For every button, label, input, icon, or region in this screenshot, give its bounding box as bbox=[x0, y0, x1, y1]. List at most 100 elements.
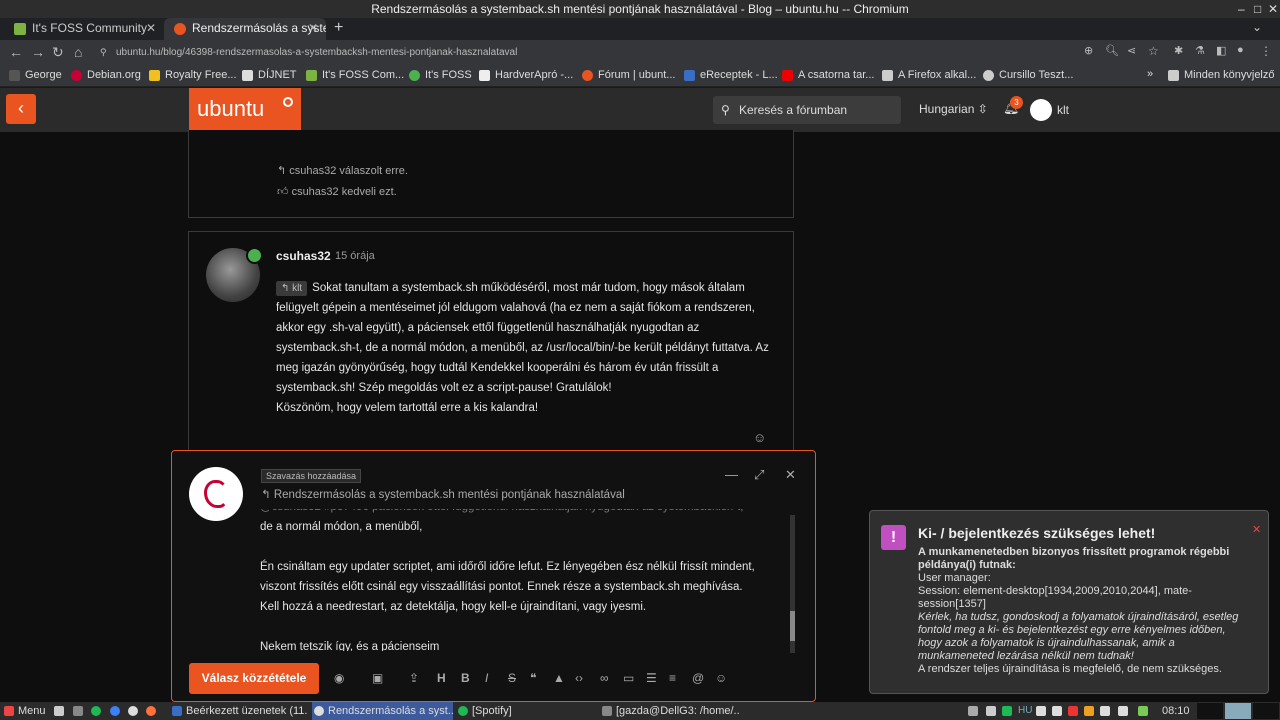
numbered-list-icon[interactable]: ≡ bbox=[669, 671, 676, 685]
bookmark-youtube[interactable]: A csatorna tar... bbox=[782, 69, 874, 81]
workspace-3[interactable] bbox=[1253, 703, 1279, 719]
bookmark-star-icon[interactable]: ☆ bbox=[1148, 44, 1159, 58]
display-tray-icon[interactable] bbox=[1036, 706, 1046, 716]
site-info-icon[interactable]: ⚲ bbox=[100, 43, 107, 62]
bookmark-hardverapro[interactable]: HardverApró -... bbox=[479, 69, 573, 81]
close-notification-icon[interactable]: ✕ bbox=[1252, 523, 1261, 536]
bookmark-itsfoss-community[interactable]: It's FOSS Com... bbox=[306, 69, 404, 81]
italic-icon[interactable]: I bbox=[485, 671, 488, 685]
bookmark-itsfoss[interactable]: It's FOSS bbox=[409, 69, 472, 81]
sidepanel-icon[interactable]: ◧ bbox=[1216, 44, 1226, 57]
workspace-1[interactable] bbox=[1197, 703, 1223, 719]
extensions-icon[interactable]: ✱ bbox=[1174, 44, 1183, 57]
strikethrough-icon[interactable]: S bbox=[508, 671, 516, 685]
profile-icon[interactable]: ● bbox=[1237, 44, 1244, 56]
taskbar-item-mail[interactable]: Beérkezett üzenetek (11... bbox=[170, 702, 308, 720]
back-button[interactable]: ‹ bbox=[6, 94, 36, 124]
taskbar-item-spotify[interactable]: [Spotify] bbox=[456, 702, 596, 720]
add-reaction-icon[interactable]: ☺ bbox=[753, 430, 766, 445]
minimize-icon[interactable]: – bbox=[1238, 0, 1245, 18]
tab-ubuntu-blog[interactable]: Rendszermásolás a syste ✕ bbox=[164, 18, 326, 40]
menu-dots-icon[interactable]: ⋮ bbox=[1260, 44, 1272, 58]
firefox-launcher-icon[interactable] bbox=[146, 706, 156, 716]
heading-icon[interactable]: H bbox=[437, 671, 446, 685]
like-meta[interactable]: 👍︎ csuhas32 kedveli ezt. bbox=[277, 185, 397, 198]
bookmark-ereceptek[interactable]: eReceptek - L... bbox=[684, 69, 778, 81]
language-select[interactable]: Hungarian ⇳ bbox=[919, 102, 988, 116]
shield-tray-icon[interactable] bbox=[1118, 706, 1128, 716]
warning-icon[interactable]: ▲ bbox=[553, 671, 565, 685]
tab-list-chevron-icon[interactable]: ⌄ bbox=[1252, 20, 1262, 34]
bullet-list-icon[interactable]: ☰ bbox=[646, 671, 657, 685]
reply-meta[interactable]: ↰ csuhas32 válaszolt erre. bbox=[277, 164, 408, 177]
zoom-icon[interactable]: 🔍︎ bbox=[1105, 44, 1119, 57]
forum-search-input[interactable]: ⚲ Keresés a fórumban bbox=[713, 96, 901, 124]
gallery-icon[interactable]: ▣ bbox=[372, 671, 383, 685]
keyboard-layout[interactable]: HU bbox=[1018, 705, 1032, 716]
files-launcher-icon[interactable] bbox=[54, 706, 64, 716]
bold-icon[interactable]: B bbox=[461, 671, 470, 685]
username[interactable]: klt bbox=[1057, 103, 1069, 117]
forward-arrow-icon[interactable]: → bbox=[31, 44, 45, 60]
clock[interactable]: 08:10 bbox=[1162, 705, 1190, 717]
reply-to-topic[interactable]: ↰ Rendszermásolás a systemback.sh mentés… bbox=[261, 487, 625, 501]
preview-eye-icon[interactable]: ◉ bbox=[334, 671, 344, 685]
image-icon[interactable]: ▭ bbox=[623, 671, 634, 685]
quote-icon[interactable]: ❝ bbox=[530, 671, 536, 685]
spotify-tray-icon[interactable] bbox=[1002, 706, 1012, 716]
install-app-icon[interactable]: ⊕ bbox=[1084, 44, 1093, 57]
chromium-launcher-icon[interactable] bbox=[128, 706, 138, 716]
wifi-tray-icon[interactable] bbox=[1100, 706, 1110, 716]
editor-scrollbar[interactable] bbox=[790, 515, 795, 653]
bookmarks-overflow-icon[interactable]: » bbox=[1147, 68, 1153, 80]
bookmark-all-folder[interactable]: Minden könyvjelző bbox=[1168, 69, 1275, 81]
reply-to-tag[interactable]: ↰ klt bbox=[276, 281, 308, 296]
post-author[interactable]: csuhas32 bbox=[276, 249, 331, 263]
flask-icon[interactable]: ⚗ bbox=[1195, 44, 1205, 57]
back-arrow-icon[interactable]: ← bbox=[9, 44, 23, 60]
messenger-launcher-icon[interactable] bbox=[110, 706, 120, 716]
start-menu-button[interactable]: Menu bbox=[2, 702, 46, 720]
close-tab-icon[interactable]: ✕ bbox=[146, 18, 156, 38]
share-icon[interactable]: ⋖ bbox=[1127, 44, 1136, 57]
mail-tray-icon[interactable] bbox=[1068, 706, 1078, 716]
bluetooth-tray-icon[interactable] bbox=[968, 706, 978, 716]
add-poll-button[interactable]: Szavazás hozzáadása bbox=[261, 469, 362, 483]
bookmark-cursillo[interactable]: Cursillo Teszt... bbox=[983, 69, 1073, 81]
user-avatar[interactable] bbox=[1030, 99, 1052, 121]
composer-textarea[interactable]: @csuhas32 #p37496 páciensek ettől függet… bbox=[260, 509, 780, 651]
bookmark-george[interactable]: George bbox=[9, 69, 62, 81]
new-tab-icon[interactable]: + bbox=[334, 19, 343, 37]
activity-tray-icon[interactable] bbox=[986, 706, 996, 716]
minimize-composer-icon[interactable]: — bbox=[725, 467, 738, 482]
fullscreen-composer-icon[interactable]: ⤢ bbox=[754, 467, 764, 483]
close-composer-icon[interactable]: ✕ bbox=[785, 467, 796, 483]
terminal-launcher-icon[interactable] bbox=[73, 706, 83, 716]
code-icon[interactable]: ‹› bbox=[575, 671, 583, 685]
bookmark-dijnet[interactable]: DÍJNET bbox=[242, 69, 297, 81]
bookmark-forum-ubuntu[interactable]: Fórum | ubunt... bbox=[582, 69, 675, 81]
spotify-launcher-icon[interactable] bbox=[91, 706, 101, 716]
close-window-icon[interactable]: ✕ bbox=[1268, 0, 1278, 18]
reload-icon[interactable]: ↻ bbox=[52, 44, 64, 61]
submit-reply-button[interactable]: Válasz közzététele bbox=[189, 663, 319, 694]
bookmark-royalty-free[interactable]: Royalty Free... bbox=[149, 69, 237, 81]
bookmark-firefox-folder[interactable]: A Firefox alkal... bbox=[882, 69, 976, 81]
taskbar-item-terminal[interactable]: [gazda@DellG3: /home/... bbox=[600, 702, 740, 720]
emoji-icon[interactable]: ☺ bbox=[715, 671, 727, 685]
volume-tray-icon[interactable] bbox=[1052, 706, 1062, 716]
update-tray-icon[interactable] bbox=[1084, 706, 1094, 716]
maximize-icon[interactable]: □ bbox=[1254, 0, 1261, 18]
close-tab-icon[interactable]: ✕ bbox=[308, 18, 318, 38]
workspace-2[interactable] bbox=[1225, 703, 1251, 719]
battery-tray-icon[interactable] bbox=[1138, 706, 1148, 716]
upload-icon[interactable]: ⇪ bbox=[409, 671, 419, 685]
taskbar-item-chromium[interactable]: Rendszermásolás a syst... bbox=[312, 702, 453, 720]
scrollbar-thumb[interactable] bbox=[790, 611, 795, 641]
home-icon[interactable]: ⌂ bbox=[74, 44, 82, 60]
tab-itsfoss[interactable]: It's FOSS Community ✕ bbox=[4, 18, 164, 40]
mention-icon[interactable]: @ bbox=[692, 671, 704, 685]
link-icon[interactable]: ∞ bbox=[600, 671, 609, 685]
url-field[interactable]: ⚲ ubuntu.hu/blog/46398-rendszermasolas-a… bbox=[96, 43, 1196, 62]
bookmark-debian[interactable]: Debian.org bbox=[71, 69, 141, 81]
